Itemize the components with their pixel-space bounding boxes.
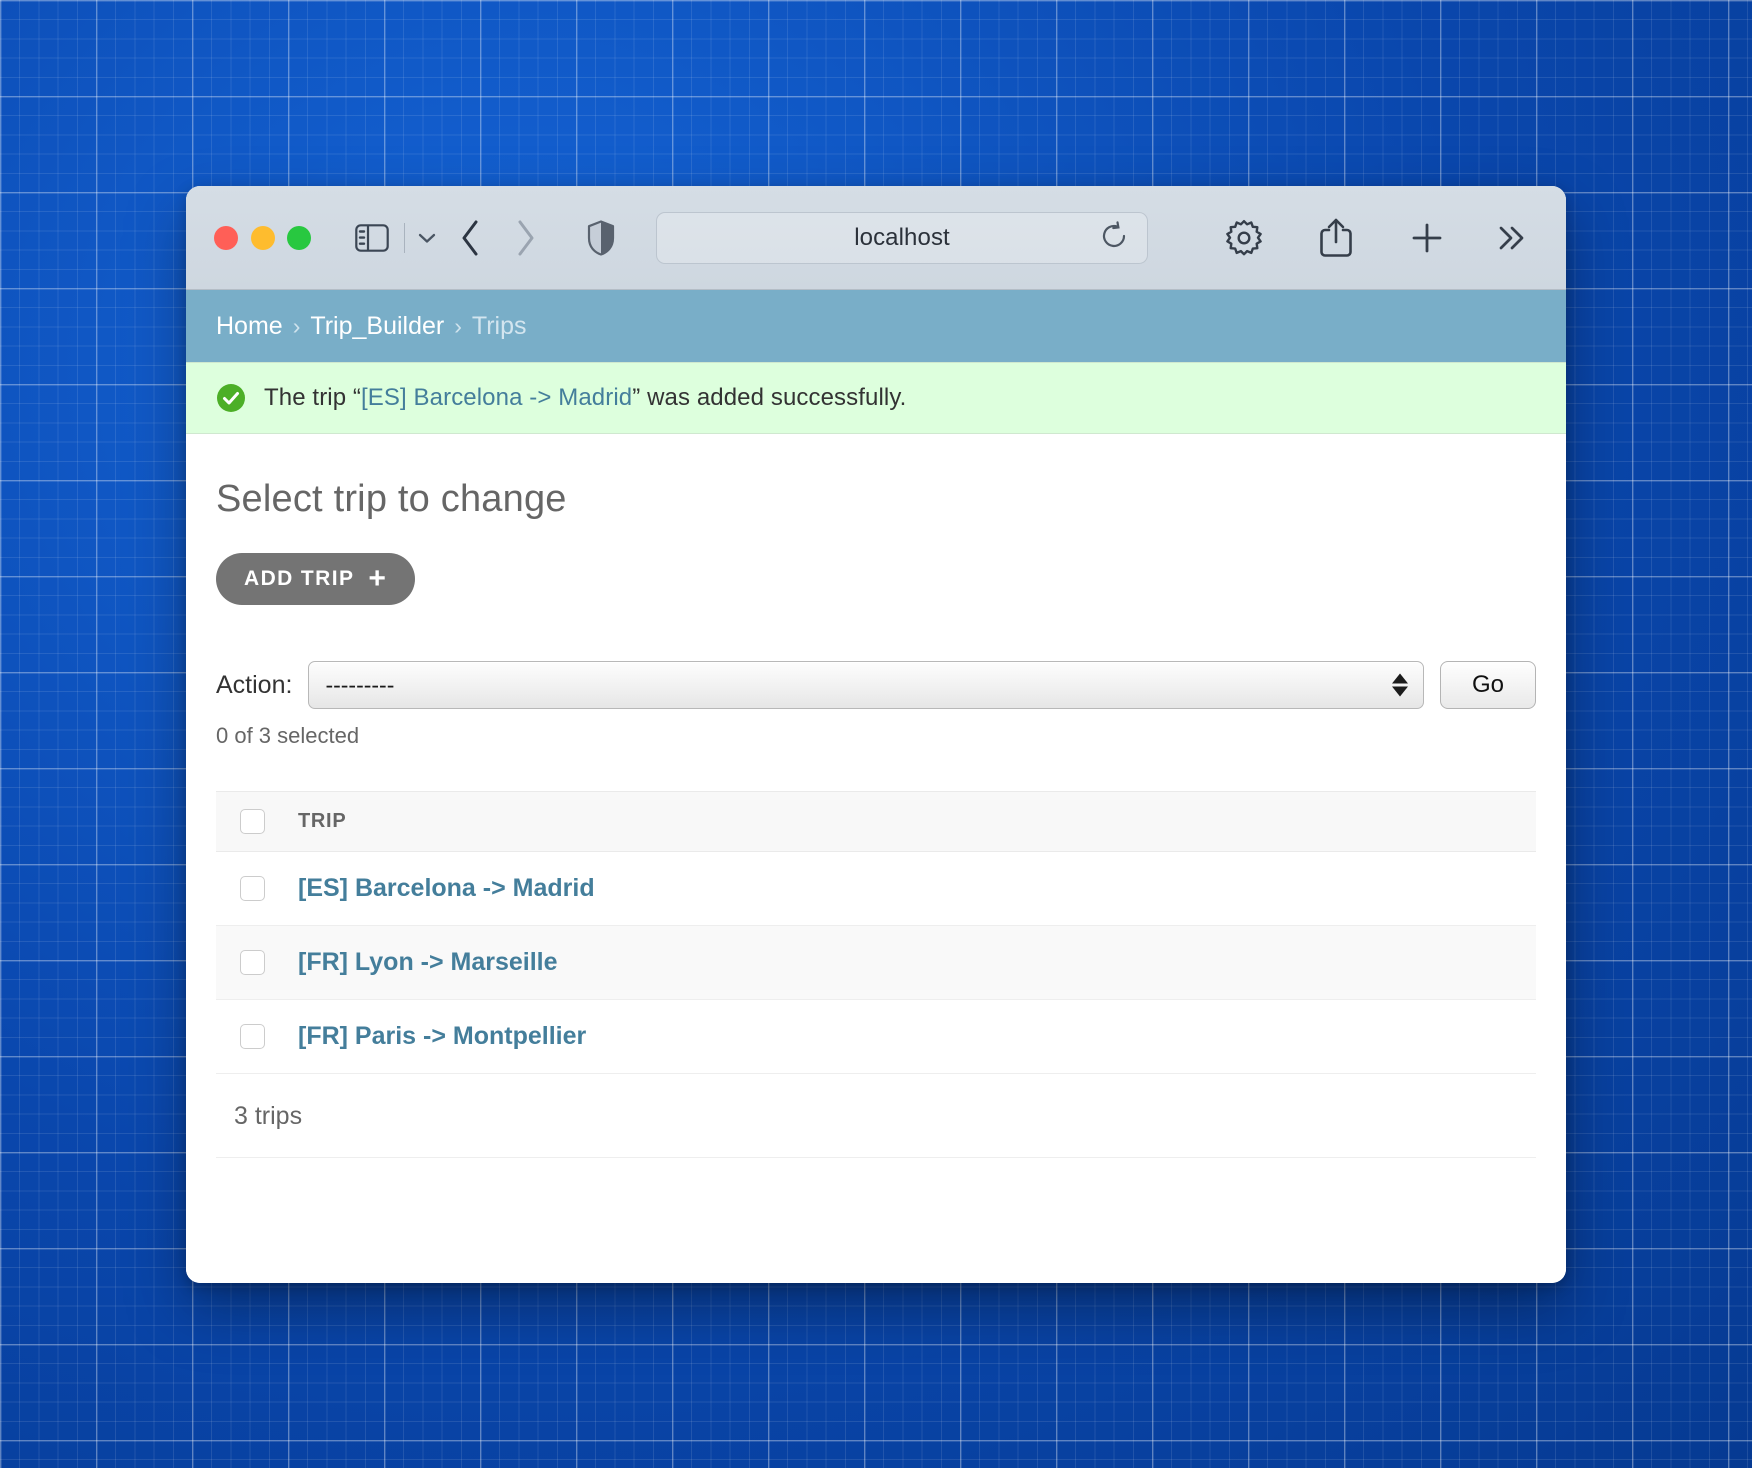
back-chevron-icon[interactable] [444, 215, 498, 261]
trip-link[interactable]: [FR] Paris -> Montpellier [298, 1022, 586, 1050]
breadcrumb-item-trips: Trips [471, 311, 527, 340]
share-icon[interactable] [1304, 214, 1368, 262]
main-content: Select trip to change ADD TRIP + Action:… [186, 434, 1566, 1283]
row-trip-cell: [ES] Barcelona -> Madrid [298, 851, 1536, 926]
address-bar-text: localhost [854, 223, 950, 251]
select-all-header [216, 791, 298, 852]
message-prefix: The trip “ [264, 384, 362, 411]
add-trip-button[interactable]: ADD TRIP + [216, 553, 416, 605]
page-title: Select trip to change [216, 478, 567, 520]
action-select-wrapper: --------- [308, 661, 1424, 709]
action-select[interactable]: --------- [308, 661, 1424, 709]
address-bar[interactable]: localhost [656, 211, 1148, 264]
row-checkbox[interactable] [240, 950, 265, 975]
action-label: Action: [216, 670, 293, 699]
breadcrumb-separator: › [292, 312, 301, 339]
row-checkbox[interactable] [240, 1024, 265, 1049]
breadcrumb-item-home[interactable]: Home [216, 312, 283, 341]
results-table-body: [ES] Barcelona -> Madrid [FR] Lyon -> Ma… [216, 851, 1536, 1074]
actions-bar: Action: --------- Go [216, 661, 1536, 709]
success-check-icon [216, 383, 246, 413]
table-row: [FR] Lyon -> Marseille [216, 925, 1536, 1000]
chevron-down-icon[interactable] [410, 215, 444, 261]
trip-link[interactable]: [ES] Barcelona -> Madrid [298, 874, 595, 902]
browser-window: localhost Home › Trip_Builder › Trips Th… [186, 186, 1566, 1283]
column-header-trip[interactable]: TRIP [298, 791, 1536, 852]
results-table: TRIP [ES] Barcelona -> Madrid [FR] Lyon … [216, 791, 1536, 1074]
toolbar-right-group [1212, 214, 1542, 262]
trip-link[interactable]: [FR] Lyon -> Marseille [298, 948, 558, 976]
plus-icon[interactable] [1396, 214, 1458, 262]
window-traffic-lights [214, 225, 311, 250]
row-trip-cell: [FR] Lyon -> Marseille [298, 925, 1536, 1000]
sidebar-icon[interactable] [349, 215, 395, 261]
row-select-cell [216, 999, 298, 1074]
go-button[interactable]: Go [1440, 661, 1536, 709]
row-trip-cell: [FR] Paris -> Montpellier [298, 999, 1536, 1074]
toolbar-divider [404, 222, 405, 253]
row-select-cell [216, 925, 298, 1000]
breadcrumb-item-trip-builder[interactable]: Trip_Builder [310, 312, 444, 341]
browser-toolbar: localhost [186, 186, 1566, 290]
row-select-cell [216, 851, 298, 926]
table-row: [FR] Paris -> Montpellier [216, 999, 1536, 1074]
privacy-shield-icon[interactable] [574, 215, 628, 261]
forward-chevron-icon[interactable] [498, 215, 552, 261]
gear-icon[interactable] [1212, 214, 1276, 262]
add-trip-label: ADD TRIP [244, 567, 355, 590]
success-message: The trip “[ES] Barcelona -> Madrid” was … [186, 362, 1566, 434]
maximize-window-button[interactable] [287, 225, 311, 250]
action-counter: 0 of 3 selected [216, 723, 360, 748]
table-header-row: TRIP [216, 791, 1536, 852]
row-checkbox[interactable] [240, 876, 265, 901]
breadcrumb: Home › Trip_Builder › Trips [186, 290, 1566, 362]
message-suffix: ” was added successfully. [632, 384, 907, 411]
close-window-button[interactable] [214, 225, 238, 250]
select-all-checkbox[interactable] [240, 809, 265, 834]
table-row: [ES] Barcelona -> Madrid [216, 851, 1536, 926]
minimize-window-button[interactable] [250, 225, 275, 250]
reload-icon[interactable] [1099, 220, 1133, 255]
success-message-text: The trip “[ES] Barcelona -> Madrid” was … [264, 384, 906, 412]
object-tools: ADD TRIP + [216, 553, 1536, 605]
paginator-count: 3 trips [216, 1074, 1536, 1158]
breadcrumb-separator: › [454, 312, 462, 339]
results-table-head: TRIP [216, 791, 1536, 852]
message-object-link[interactable]: [ES] Barcelona -> Madrid [361, 384, 632, 411]
more-chevrons-icon[interactable] [1482, 214, 1542, 262]
plus-icon: + [368, 562, 388, 595]
